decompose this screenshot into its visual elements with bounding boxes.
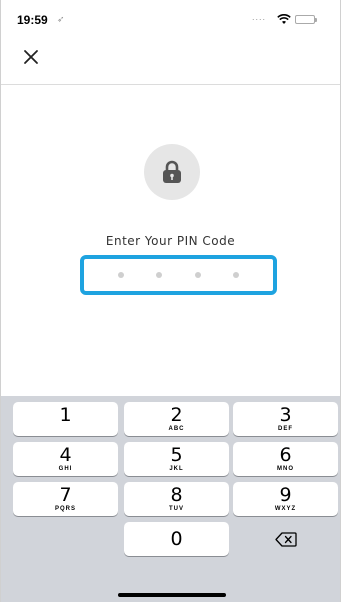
key-number: 6 [279,443,292,466]
home-indicator[interactable] [118,593,226,597]
phone-screen: 19:59 ➶ .... Enter Your PIN Code 1 2 ABC… [0,0,341,602]
pin-dot [194,272,201,278]
key-letters: MNO [277,465,294,472]
key-number: 7 [59,483,72,506]
key-number: 8 [170,483,183,506]
numeric-keypad: 1 2 ABC 3 DEF 4 GHI 5 JKL 6 MNO 7 PQRS 8… [1,396,340,602]
status-time: 19:59 [17,13,48,27]
close-button[interactable] [19,45,43,69]
pin-dot [118,272,125,278]
key-number: 3 [279,403,292,426]
key-2[interactable]: 2 ABC [124,402,229,436]
key-letters: GHI [58,465,73,472]
lock-badge [144,144,200,200]
key-letters: WXYZ [274,505,297,512]
key-8[interactable]: 8 TUV [124,482,229,516]
location-arrow-icon: ➶ [57,14,65,24]
key-number: 4 [59,443,72,466]
key-5[interactable]: 5 JKL [124,442,229,476]
key-1[interactable]: 1 [13,402,118,436]
key-number: 9 [279,483,292,506]
key-letters: TUV [169,505,184,512]
backspace-button[interactable] [233,522,338,556]
pin-dot [232,272,239,278]
key-number: 2 [170,403,183,426]
key-number: 5 [170,443,183,466]
key-7[interactable]: 7 PQRS [13,482,118,516]
pin-dot [156,272,163,278]
key-number: 1 [59,403,72,426]
key-letters: JKL [169,465,184,472]
key-4[interactable]: 4 GHI [13,442,118,476]
key-0[interactable]: 0 [124,522,229,556]
close-icon [24,50,38,64]
signal-icon: .... [252,12,267,22]
key-letters: DEF [278,425,293,432]
key-letters: PQRS [54,505,76,512]
wifi-icon [277,12,291,30]
status-bar: 19:59 ➶ .... [1,0,340,40]
pin-prompt: Enter Your PIN Code [105,234,236,248]
pin-input[interactable] [80,255,277,295]
lock-icon [163,160,181,183]
backspace-icon [274,531,297,547]
key-3[interactable]: 3 DEF [233,402,338,436]
header-divider [1,84,340,85]
key-letters: ABC [168,425,185,432]
battery-icon [295,15,317,24]
key-number: 0 [170,527,183,550]
key-6[interactable]: 6 MNO [233,442,338,476]
key-9[interactable]: 9 WXYZ [233,482,338,516]
